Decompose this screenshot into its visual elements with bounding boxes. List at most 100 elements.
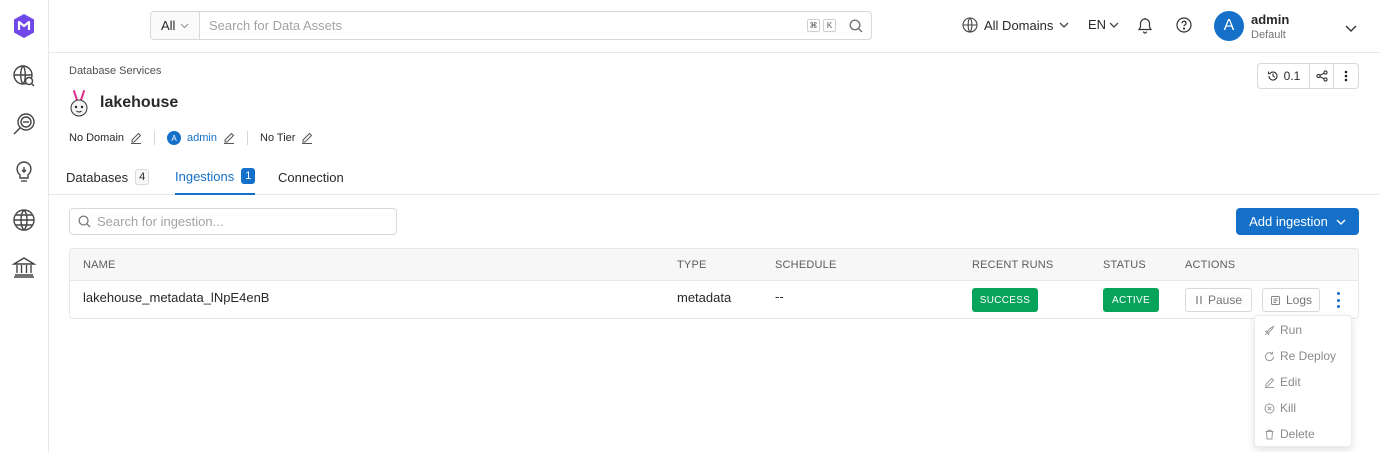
explore-icon[interactable] <box>10 62 38 90</box>
top-navigation-bar: All ⌘ K All Domains EN A admin Default <box>49 0 1379 53</box>
logs-button[interactable]: Logs <box>1262 288 1320 312</box>
owner-info: A admin <box>167 131 235 145</box>
more-vertical-icon <box>1344 70 1348 82</box>
edit-tier-pencil-icon[interactable] <box>301 132 313 144</box>
user-menu-chevron-icon[interactable] <box>1345 19 1357 37</box>
left-sidebar <box>0 0 49 452</box>
insights-icon[interactable] <box>10 158 38 186</box>
entity-actions-group: 0.1 <box>1257 63 1359 89</box>
observability-icon[interactable] <box>10 110 38 138</box>
history-icon <box>1267 71 1278 81</box>
menu-item-label: Re Deploy <box>1280 349 1337 363</box>
table-header: NAME TYPE SCHEDULE RECENT RUNS STATUS AC… <box>70 249 1358 281</box>
tab-label: Connection <box>278 169 344 185</box>
globe-icon <box>962 17 978 33</box>
add-ingestion-label: Add ingestion <box>1249 214 1328 229</box>
tab-count: 4 <box>135 169 150 185</box>
tier-value: No Tier <box>260 132 296 144</box>
ingestion-table: NAME TYPE SCHEDULE RECENT RUNS STATUS AC… <box>69 248 1359 319</box>
global-search-input[interactable] <box>200 12 807 39</box>
domains-icon[interactable] <box>10 206 38 234</box>
ingestion-schedule: -- <box>775 289 784 304</box>
search-icon[interactable] <box>849 18 863 33</box>
menu-item-delete[interactable]: Delete <box>1264 425 1315 443</box>
kill-icon <box>1264 403 1275 413</box>
pause-button[interactable]: Pause <box>1185 288 1252 312</box>
owner-link[interactable]: admin <box>187 132 217 144</box>
menu-item-edit[interactable]: Edit <box>1264 373 1301 391</box>
more-options-button[interactable] <box>1334 64 1358 88</box>
shortcut-cmd-key: ⌘ <box>807 19 820 32</box>
menu-item-kill[interactable]: Kill <box>1264 399 1296 417</box>
logs-icon <box>1270 295 1280 305</box>
domain-selector-label: All Domains <box>984 17 1054 33</box>
edit-icon <box>1264 377 1275 388</box>
ingestion-search-input[interactable] <box>97 214 396 229</box>
breadcrumb[interactable]: Database Services <box>69 65 161 77</box>
user-name[interactable]: admin <box>1251 12 1289 27</box>
meta-divider <box>247 131 248 145</box>
edit-owner-pencil-icon[interactable] <box>223 132 235 144</box>
governance-icon[interactable] <box>10 253 38 281</box>
search-icon <box>78 215 91 228</box>
column-header-type: TYPE <box>677 259 707 271</box>
search-scope-label: All <box>161 18 176 33</box>
app-logo-icon[interactable] <box>10 12 38 40</box>
menu-item-label: Edit <box>1280 375 1301 389</box>
lakehouse-service-icon <box>67 89 91 119</box>
global-search: All ⌘ K <box>150 11 872 40</box>
column-header-status: STATUS <box>1103 259 1146 271</box>
language-selector[interactable]: EN <box>1088 17 1119 32</box>
menu-item-label: Kill <box>1280 401 1297 415</box>
column-header-recent-runs: RECENT RUNS <box>972 259 1054 271</box>
chevron-down-icon <box>1336 219 1346 225</box>
edit-domain-pencil-icon[interactable] <box>130 132 142 144</box>
run-icon <box>1264 325 1275 335</box>
logs-label: Logs <box>1285 293 1313 307</box>
row-more-options-icon[interactable] <box>1334 292 1342 308</box>
ingestion-actions-menu: Run Re Deploy Edit Kill Delete <box>1254 315 1352 447</box>
tab-databases[interactable]: Databases 4 <box>66 167 150 195</box>
menu-item-run[interactable]: Run <box>1264 321 1302 339</box>
owner-avatar: A <box>167 131 182 145</box>
share-icon <box>1315 70 1328 82</box>
language-label: EN <box>1088 17 1107 32</box>
tab-connection[interactable]: Connection <box>278 167 344 195</box>
domain-value: No Domain <box>69 132 125 144</box>
tier-info: No Tier <box>260 132 313 144</box>
chevron-down-icon <box>1059 22 1069 28</box>
column-header-actions: ACTIONS <box>1185 259 1236 271</box>
ingestion-search <box>69 208 397 235</box>
tab-count: 1 <box>241 168 256 184</box>
version-label: 0.1 <box>1283 69 1301 83</box>
share-button[interactable] <box>1310 64 1334 88</box>
domain-info: No Domain <box>69 132 142 144</box>
user-avatar[interactable]: A <box>1214 11 1244 41</box>
column-header-name: NAME <box>83 259 116 271</box>
chevron-down-icon <box>1109 22 1119 28</box>
menu-item-re-deploy[interactable]: Re Deploy <box>1264 347 1336 365</box>
column-header-schedule: SCHEDULE <box>775 259 837 271</box>
recent-run-badge[interactable]: SUCCESS <box>972 288 1038 312</box>
menu-item-label: Run <box>1280 323 1303 337</box>
pause-icon <box>1196 296 1202 304</box>
search-scope-select[interactable]: All <box>151 12 200 39</box>
domain-selector[interactable]: All Domains <box>962 17 1069 33</box>
tab-ingestions[interactable]: Ingestions 1 <box>175 167 256 195</box>
ingestion-type: metadata <box>677 290 732 305</box>
service-tabs: Databases 4 Ingestions 1 Connection <box>49 159 1379 195</box>
tab-label: Ingestions <box>175 168 235 184</box>
notifications-bell-icon[interactable] <box>1137 17 1153 39</box>
chevron-down-icon <box>181 23 189 28</box>
redeploy-icon <box>1265 351 1275 361</box>
ingestion-name[interactable]: lakehouse_metadata_lNpE4enB <box>83 290 269 305</box>
shortcut-k-key: K <box>823 19 836 32</box>
help-icon[interactable] <box>1176 17 1192 38</box>
version-history-button[interactable]: 0.1 <box>1258 64 1310 88</box>
user-role: Default <box>1251 29 1286 41</box>
add-ingestion-button[interactable]: Add ingestion <box>1236 208 1359 235</box>
entity-meta-row: No Domain A admin No Tier <box>69 130 313 146</box>
delete-icon <box>1265 429 1274 439</box>
page-title: lakehouse <box>100 94 179 111</box>
status-badge: ACTIVE <box>1103 288 1159 312</box>
